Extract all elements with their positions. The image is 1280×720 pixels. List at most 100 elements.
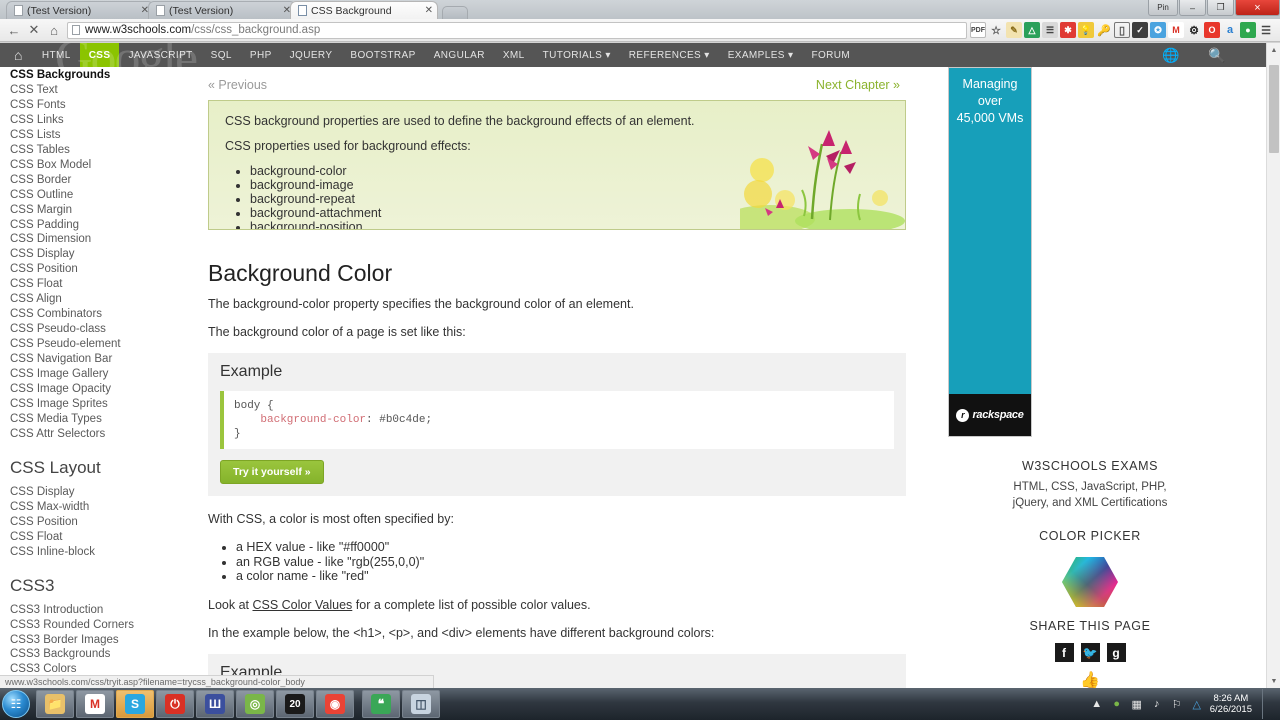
close-icon[interactable]: ✕ — [425, 5, 433, 16]
drive-sync-icon[interactable]: △ — [1190, 697, 1204, 711]
amazon-icon[interactable]: a — [1222, 22, 1238, 38]
browser-tab-1[interactable]: (Test Version) ✕ — [6, 1, 154, 19]
taskbar-hangouts[interactable]: ❝ — [362, 690, 400, 718]
try-it-yourself-button[interactable]: Try it yourself » — [220, 460, 324, 484]
sidebar-item-css3-backgrounds[interactable]: CSS3 Backgrounds — [10, 647, 196, 662]
notes-icon[interactable]: ✎ — [1006, 22, 1022, 38]
sidebar-item-css-image-gallery[interactable]: CSS Image Gallery — [10, 367, 196, 382]
opera-icon[interactable]: O — [1204, 22, 1220, 38]
scroll-down-icon[interactable]: ▼ — [1267, 674, 1280, 688]
minimize-button[interactable]: – — [1179, 0, 1206, 16]
sidebar-item-css-links[interactable]: CSS Links — [10, 113, 196, 128]
twitter-icon[interactable]: 🐦 — [1080, 643, 1100, 662]
sidebar-item-css3-rounded-corners[interactable]: CSS3 Rounded Corners — [10, 618, 196, 633]
nav-item-bootstrap[interactable]: BOOTSTRAP — [341, 43, 424, 67]
sidebar-item-css-image-sprites[interactable]: CSS Image Sprites — [10, 397, 196, 412]
taskbar-file-explorer[interactable]: 📁 — [36, 690, 74, 718]
stop-icon[interactable]: ✕ — [24, 20, 44, 40]
new-tab-button[interactable] — [442, 6, 468, 19]
nav-item-css[interactable]: CSS — [79, 43, 120, 67]
taskbar-camera[interactable]: ◎ — [236, 690, 274, 718]
browser-tab-3-active[interactable]: CSS Background ✕ — [290, 1, 438, 19]
sidebar-item-css-border[interactable]: CSS Border — [10, 173, 196, 188]
pdf-icon[interactable]: PDF — [970, 22, 986, 38]
thumbs-up-icon[interactable]: 👍 — [926, 670, 1254, 688]
windows-start-icon[interactable]: ☷ — [2, 690, 30, 718]
sidebar-item-layout-position[interactable]: CSS Position — [10, 515, 196, 530]
pin-icon[interactable]: ● — [1240, 22, 1256, 38]
sidebar-item-css-text[interactable]: CSS Text — [10, 83, 196, 98]
network-icon[interactable]: ▦ — [1130, 697, 1144, 711]
nav-item-forum[interactable]: FORUM — [802, 43, 859, 67]
taskbar-skype[interactable]: S — [116, 690, 154, 718]
sidebar-item-css-navigation-bar[interactable]: CSS Navigation Bar — [10, 352, 196, 367]
globe-icon[interactable]: 🌐 — [1148, 47, 1194, 64]
google-plus-icon[interactable]: g — [1106, 643, 1126, 662]
key-icon[interactable]: 🔑 — [1096, 22, 1112, 38]
home-icon[interactable]: ⌂ — [0, 43, 33, 67]
nav-item-angular[interactable]: ANGULAR — [425, 43, 494, 67]
sidebar-item-layout-max-width[interactable]: CSS Max-width — [10, 500, 196, 515]
taskbar-chrome[interactable]: ◉ — [316, 690, 354, 718]
action-center-icon[interactable]: ⚐ — [1170, 697, 1184, 711]
scroll-up-icon[interactable]: ▲ — [1267, 43, 1280, 57]
sidebar-item-css-combinators[interactable]: CSS Combinators — [10, 307, 196, 322]
menu-icon[interactable]: ☰ — [1258, 22, 1274, 38]
sidebar-item-css-image-opacity[interactable]: CSS Image Opacity — [10, 382, 196, 397]
gear-icon[interactable]: ⚙ — [1186, 22, 1202, 38]
nav-item-html[interactable]: HTML — [33, 43, 80, 67]
sidebar-item-css-outline[interactable]: CSS Outline — [10, 188, 196, 203]
gmail-icon[interactable]: M — [1168, 22, 1184, 38]
css-color-values-link[interactable]: CSS Color Values — [252, 598, 352, 612]
sidebar-item-layout-float[interactable]: CSS Float — [10, 530, 196, 545]
taskbar-notepad[interactable]: ◫ — [402, 690, 440, 718]
nav-item-tutorials[interactable]: TUTORIALS ▾ — [534, 43, 620, 67]
star-icon[interactable]: ☆ — [988, 22, 1004, 38]
sidebar-item-css-box-model[interactable]: CSS Box Model — [10, 158, 196, 173]
sidebar-item-css-pseudo-class[interactable]: CSS Pseudo-class — [10, 322, 196, 337]
volume-icon[interactable]: ♪ — [1150, 697, 1164, 711]
advertisement-rackspace[interactable]: Managing over 45,000 VMs r rackspace — [948, 67, 1032, 437]
sidebar-item-layout-inline-block[interactable]: CSS Inline-block — [10, 545, 196, 560]
drive-icon[interactable]: △ — [1024, 22, 1040, 38]
taskbar-gmail[interactable]: M — [76, 690, 114, 718]
exams-title[interactable]: W3SCHOOLS EXAMS — [926, 459, 1254, 473]
previous-link[interactable]: « Previous — [208, 78, 267, 92]
sidebar-item-css-attr-selectors[interactable]: CSS Attr Selectors — [10, 427, 196, 442]
ribbon-icon[interactable]: ✪ — [1150, 22, 1166, 38]
sidebar-item-layout-display[interactable]: CSS Display — [10, 485, 196, 500]
taskbar-winamp[interactable]: Ш — [196, 690, 234, 718]
sidebar-item-css-media-types[interactable]: CSS Media Types — [10, 412, 196, 427]
nav-item-sql[interactable]: SQL — [202, 43, 241, 67]
sidebar-item-css-pseudo-element[interactable]: CSS Pseudo-element — [10, 337, 196, 352]
bulb-icon[interactable]: 💡 — [1078, 22, 1094, 38]
search-icon[interactable]: 🔍 — [1194, 47, 1266, 64]
taskbar-media-player-20[interactable]: 20 — [276, 690, 314, 718]
nav-item-examples[interactable]: EXAMPLES ▾ — [719, 43, 803, 67]
maximize-button[interactable]: ❐ — [1207, 0, 1234, 16]
color-hexagon-wrap[interactable] — [926, 555, 1254, 609]
taskbar-power[interactable]: ⏻ — [156, 690, 194, 718]
sidebar-item-css-lists[interactable]: CSS Lists — [10, 128, 196, 143]
page-scrollbar[interactable]: ▲ ▼ — [1266, 43, 1280, 688]
back-icon[interactable]: ← — [4, 20, 24, 40]
nav-item-references[interactable]: REFERENCES ▾ — [620, 43, 719, 67]
scrollbar-thumb[interactable] — [1269, 65, 1279, 153]
sidebar-item-css3-introduction[interactable]: CSS3 Introduction — [10, 603, 196, 618]
sidebar-item-css-display[interactable]: CSS Display — [10, 247, 196, 262]
dropbox-icon[interactable]: ● — [1110, 697, 1124, 711]
sidebar-item-css-dimension[interactable]: CSS Dimension — [10, 232, 196, 247]
asterisk-icon[interactable]: ✱ — [1060, 22, 1076, 38]
taskbar-clock[interactable]: 8:26 AM 6/26/2015 — [1210, 693, 1252, 715]
color-picker-title[interactable]: COLOR PICKER — [926, 529, 1254, 543]
nav-item-jquery[interactable]: JQUERY — [281, 43, 342, 67]
sidebar-item-css-backgrounds[interactable]: CSS Backgrounds — [10, 68, 196, 83]
sidebar-item-css-align[interactable]: CSS Align — [10, 292, 196, 307]
show-hidden-icon[interactable]: ▲ — [1090, 697, 1104, 711]
sidebar-item-css-margin[interactable]: CSS Margin — [10, 203, 196, 218]
ruler-icon[interactable]: ☰ — [1042, 22, 1058, 38]
nav-item-xml[interactable]: XML — [494, 43, 534, 67]
sidebar-item-css-position[interactable]: CSS Position — [10, 262, 196, 277]
color-hexagon-icon[interactable] — [1061, 555, 1119, 609]
home-icon[interactable]: ⌂ — [44, 20, 64, 40]
